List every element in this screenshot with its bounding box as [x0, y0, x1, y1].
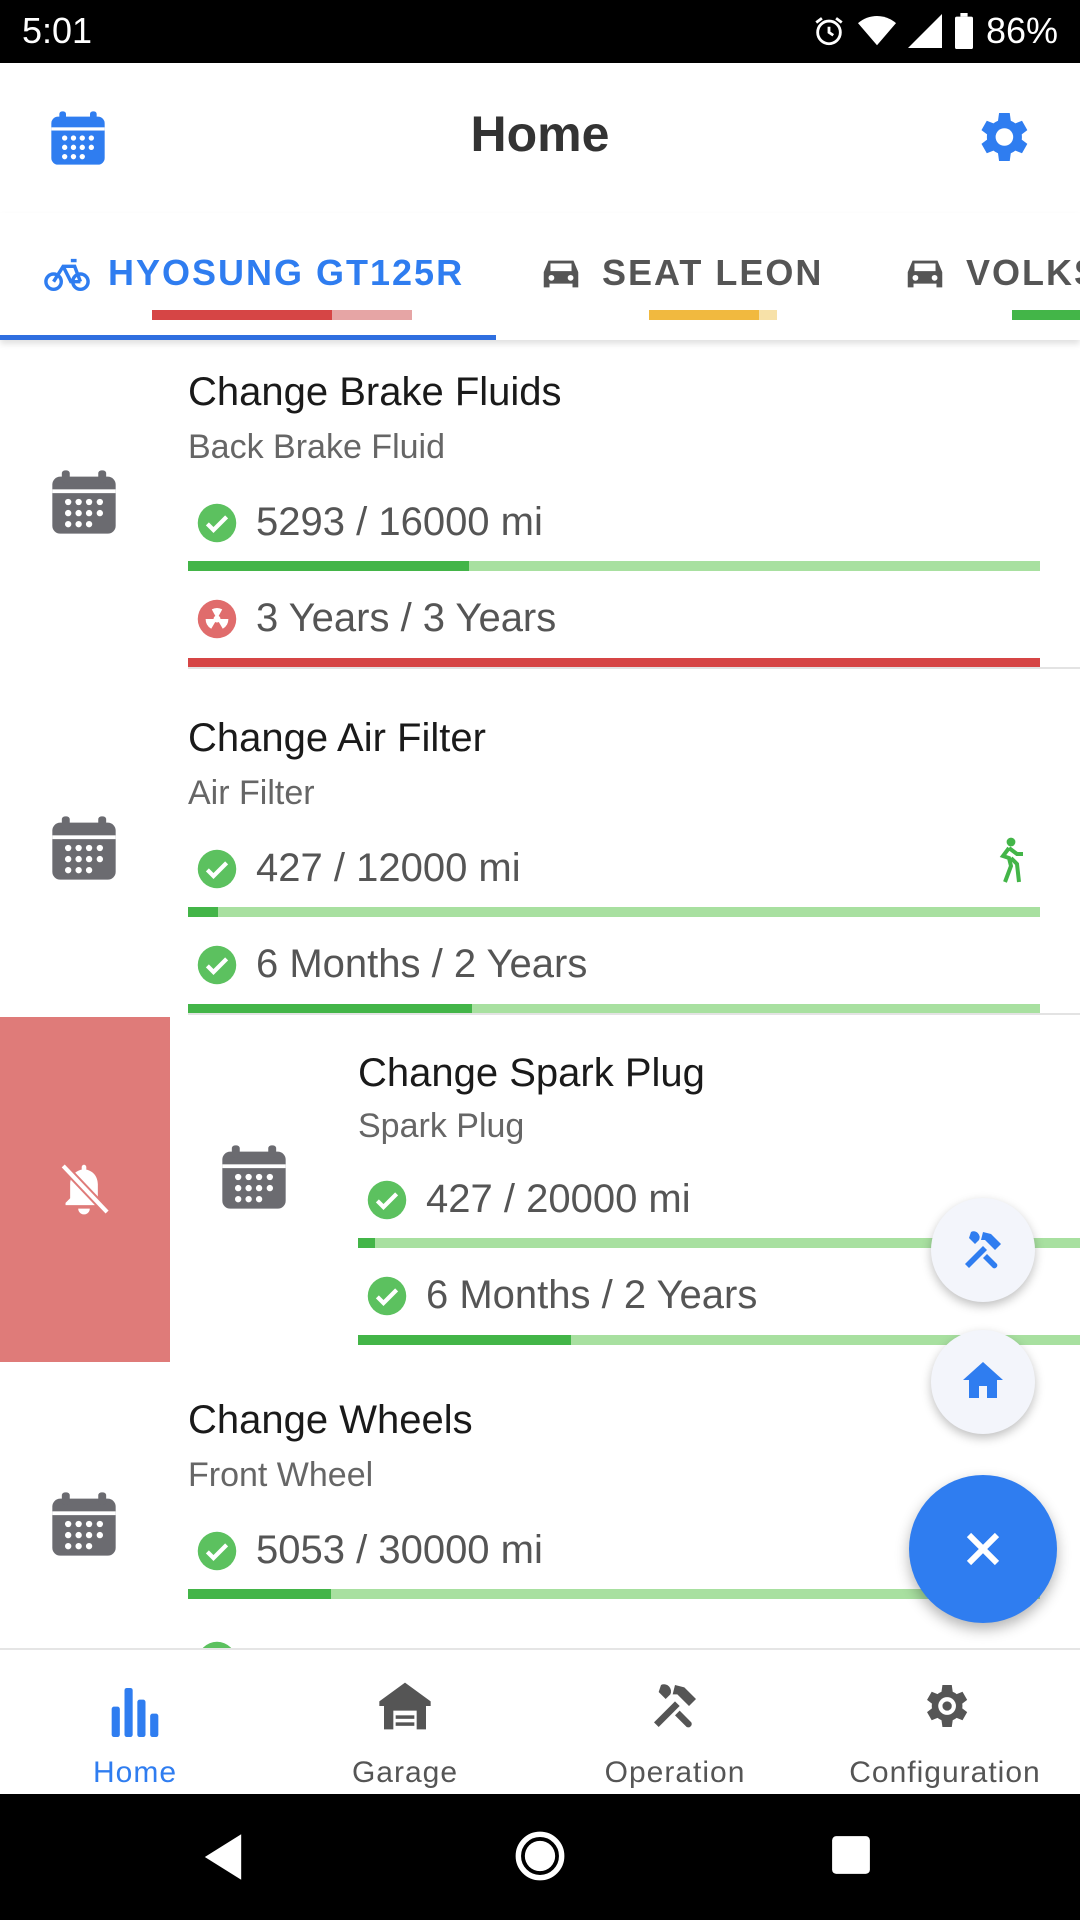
cell-signal-icon: [907, 14, 942, 48]
time-text: 6 Months / 2 Years: [256, 942, 588, 986]
battery-percent: 86%: [985, 10, 1058, 51]
tab-hyosung-gt125r[interactable]: HYOSUNG GT125R: [44, 248, 464, 328]
item-title: Change Air Filter: [188, 716, 486, 760]
item-title: Change Brake Fluids: [188, 370, 562, 414]
bottom-navigation: Home Garage Operation Configuration: [0, 1648, 1080, 1796]
divider: [188, 1013, 1080, 1015]
bicycle-icon: [44, 258, 90, 292]
radiation-warning-icon: [197, 599, 237, 638]
maintenance-card[interactable]: Change Air Filter Air Filter 427 / 12000…: [0, 686, 1080, 1031]
check-circle-icon: [202, 1641, 232, 1648]
distance-progress-bar: [188, 561, 1040, 571]
item-subtitle: Front Wheel: [188, 1456, 374, 1494]
time-text: 3 Years / 3 Years: [256, 596, 557, 640]
tab-status-indicator: [1012, 310, 1080, 320]
item-subtitle: Back Brake Fluid: [188, 428, 445, 466]
nav-label: Garage: [351, 1756, 459, 1789]
car-icon: [907, 260, 943, 288]
tab-label: HYOSUNG GT125R: [108, 252, 465, 293]
tools-icon: [965, 1231, 1001, 1269]
check-circle-icon: [367, 1180, 407, 1219]
back-icon[interactable]: [200, 1832, 246, 1882]
tools-icon: [654, 1684, 696, 1728]
item-title: Change Spark Plug: [358, 1051, 705, 1095]
check-circle-icon: [367, 1276, 407, 1315]
check-circle-icon: [197, 503, 237, 542]
tab-status-indicator: [152, 310, 332, 320]
check-circle-icon: [197, 945, 237, 984]
home-icon: [963, 1362, 1003, 1398]
tab-label: VOLKS: [966, 252, 1080, 293]
mute-notification-action[interactable]: [0, 1017, 170, 1362]
add-garage-fab[interactable]: [931, 1330, 1035, 1434]
time-metric: 6 Months / 2 Years: [196, 942, 587, 987]
close-fab-menu-button[interactable]: [909, 1475, 1057, 1623]
status-bar: 5:01 86%: [0, 0, 1080, 63]
status-time: 5:01: [22, 10, 93, 51]
car-icon: [543, 260, 579, 288]
notifications-off-icon: [60, 1163, 111, 1215]
garage-icon: [379, 1682, 431, 1730]
distance-text: 5053 / 30000 mi: [256, 1528, 543, 1572]
nav-operation[interactable]: Operation: [540, 1650, 810, 1796]
vehicle-tabs: HYOSUNG GT125R SEAT LEON VOLKS: [0, 213, 1080, 340]
nav-configuration[interactable]: Configuration: [810, 1650, 1080, 1796]
time-metric-partial: [196, 1640, 256, 1648]
distance-text: 427 / 20000 mi: [426, 1177, 691, 1221]
calendar-icon: [52, 816, 116, 880]
calendar-icon: [52, 1492, 116, 1556]
time-metric: 6 Months / 2 Years: [366, 1273, 757, 1318]
item-title: Change Wheels: [188, 1398, 473, 1442]
tab-label: SEAT LEON: [602, 252, 824, 293]
item-subtitle: Air Filter: [188, 774, 315, 812]
distance-metric: 427 / 12000 mi: [196, 846, 521, 891]
nav-garage[interactable]: Garage: [270, 1650, 540, 1796]
nav-label: Configuration: [849, 1756, 1041, 1789]
system-navigation-bar: [0, 1794, 1080, 1920]
tab-status-indicator-remaining: [759, 310, 777, 320]
maintenance-card[interactable]: Change Wheels Front Wheel 5053 / 30000 m…: [0, 1362, 1080, 1648]
active-tab-underline: [0, 335, 496, 340]
alarm-icon: [815, 17, 843, 46]
app-bar: Home: [0, 63, 1080, 213]
distance-progress-bar: [188, 1589, 1040, 1599]
nav-label: Operation: [604, 1756, 746, 1789]
bar-chart-icon: [111, 1688, 159, 1737]
time-metric: 3 Years / 3 Years: [196, 596, 556, 641]
tab-status-indicator: [649, 310, 759, 320]
nav-label: Home: [92, 1756, 178, 1789]
wifi-icon: [857, 15, 896, 46]
calendar-icon: [222, 1145, 286, 1209]
calendar-icon: [52, 470, 116, 534]
maintenance-operation-fab[interactable]: [931, 1198, 1035, 1302]
nav-home[interactable]: Home: [0, 1650, 270, 1796]
check-circle-icon: [197, 1531, 237, 1570]
divider: [188, 667, 1080, 669]
tab-status-indicator-remaining: [332, 310, 412, 320]
distance-metric: 427 / 20000 mi: [366, 1177, 691, 1222]
distance-text: 5293 / 16000 mi: [256, 500, 543, 544]
battery-icon: [954, 13, 973, 49]
maintenance-list[interactable]: Change Brake Fluids Back Brake Fluid 529…: [0, 340, 1080, 1648]
close-icon: [966, 1532, 1000, 1566]
page-title: Home: [470, 106, 610, 162]
item-subtitle: Spark Plug: [358, 1107, 525, 1145]
distance-metric: 5293 / 16000 mi: [196, 500, 543, 545]
walking-person-icon: [999, 837, 1023, 883]
distance-progress-bar: [188, 907, 1040, 917]
tab-seat-leon[interactable]: SEAT LEON: [538, 248, 823, 328]
distance-metric: 5053 / 30000 mi: [196, 1528, 543, 1573]
tab-volks[interactable]: VOLKS: [902, 248, 1080, 328]
settings-gear-icon[interactable]: [970, 105, 1034, 169]
recents-icon[interactable]: [830, 1834, 872, 1876]
maintenance-card[interactable]: Change Brake Fluids Back Brake Fluid 529…: [0, 340, 1080, 685]
time-text: 6 Months / 2 Years: [426, 1273, 758, 1317]
maintenance-card-swiped[interactable]: Change Spark Plug Spark Plug 427 / 20000…: [0, 1017, 1080, 1362]
check-circle-icon: [197, 849, 237, 888]
distance-text: 427 / 12000 mi: [256, 846, 521, 890]
home-circle-icon[interactable]: [514, 1830, 566, 1882]
gear-icon: [927, 1685, 968, 1727]
